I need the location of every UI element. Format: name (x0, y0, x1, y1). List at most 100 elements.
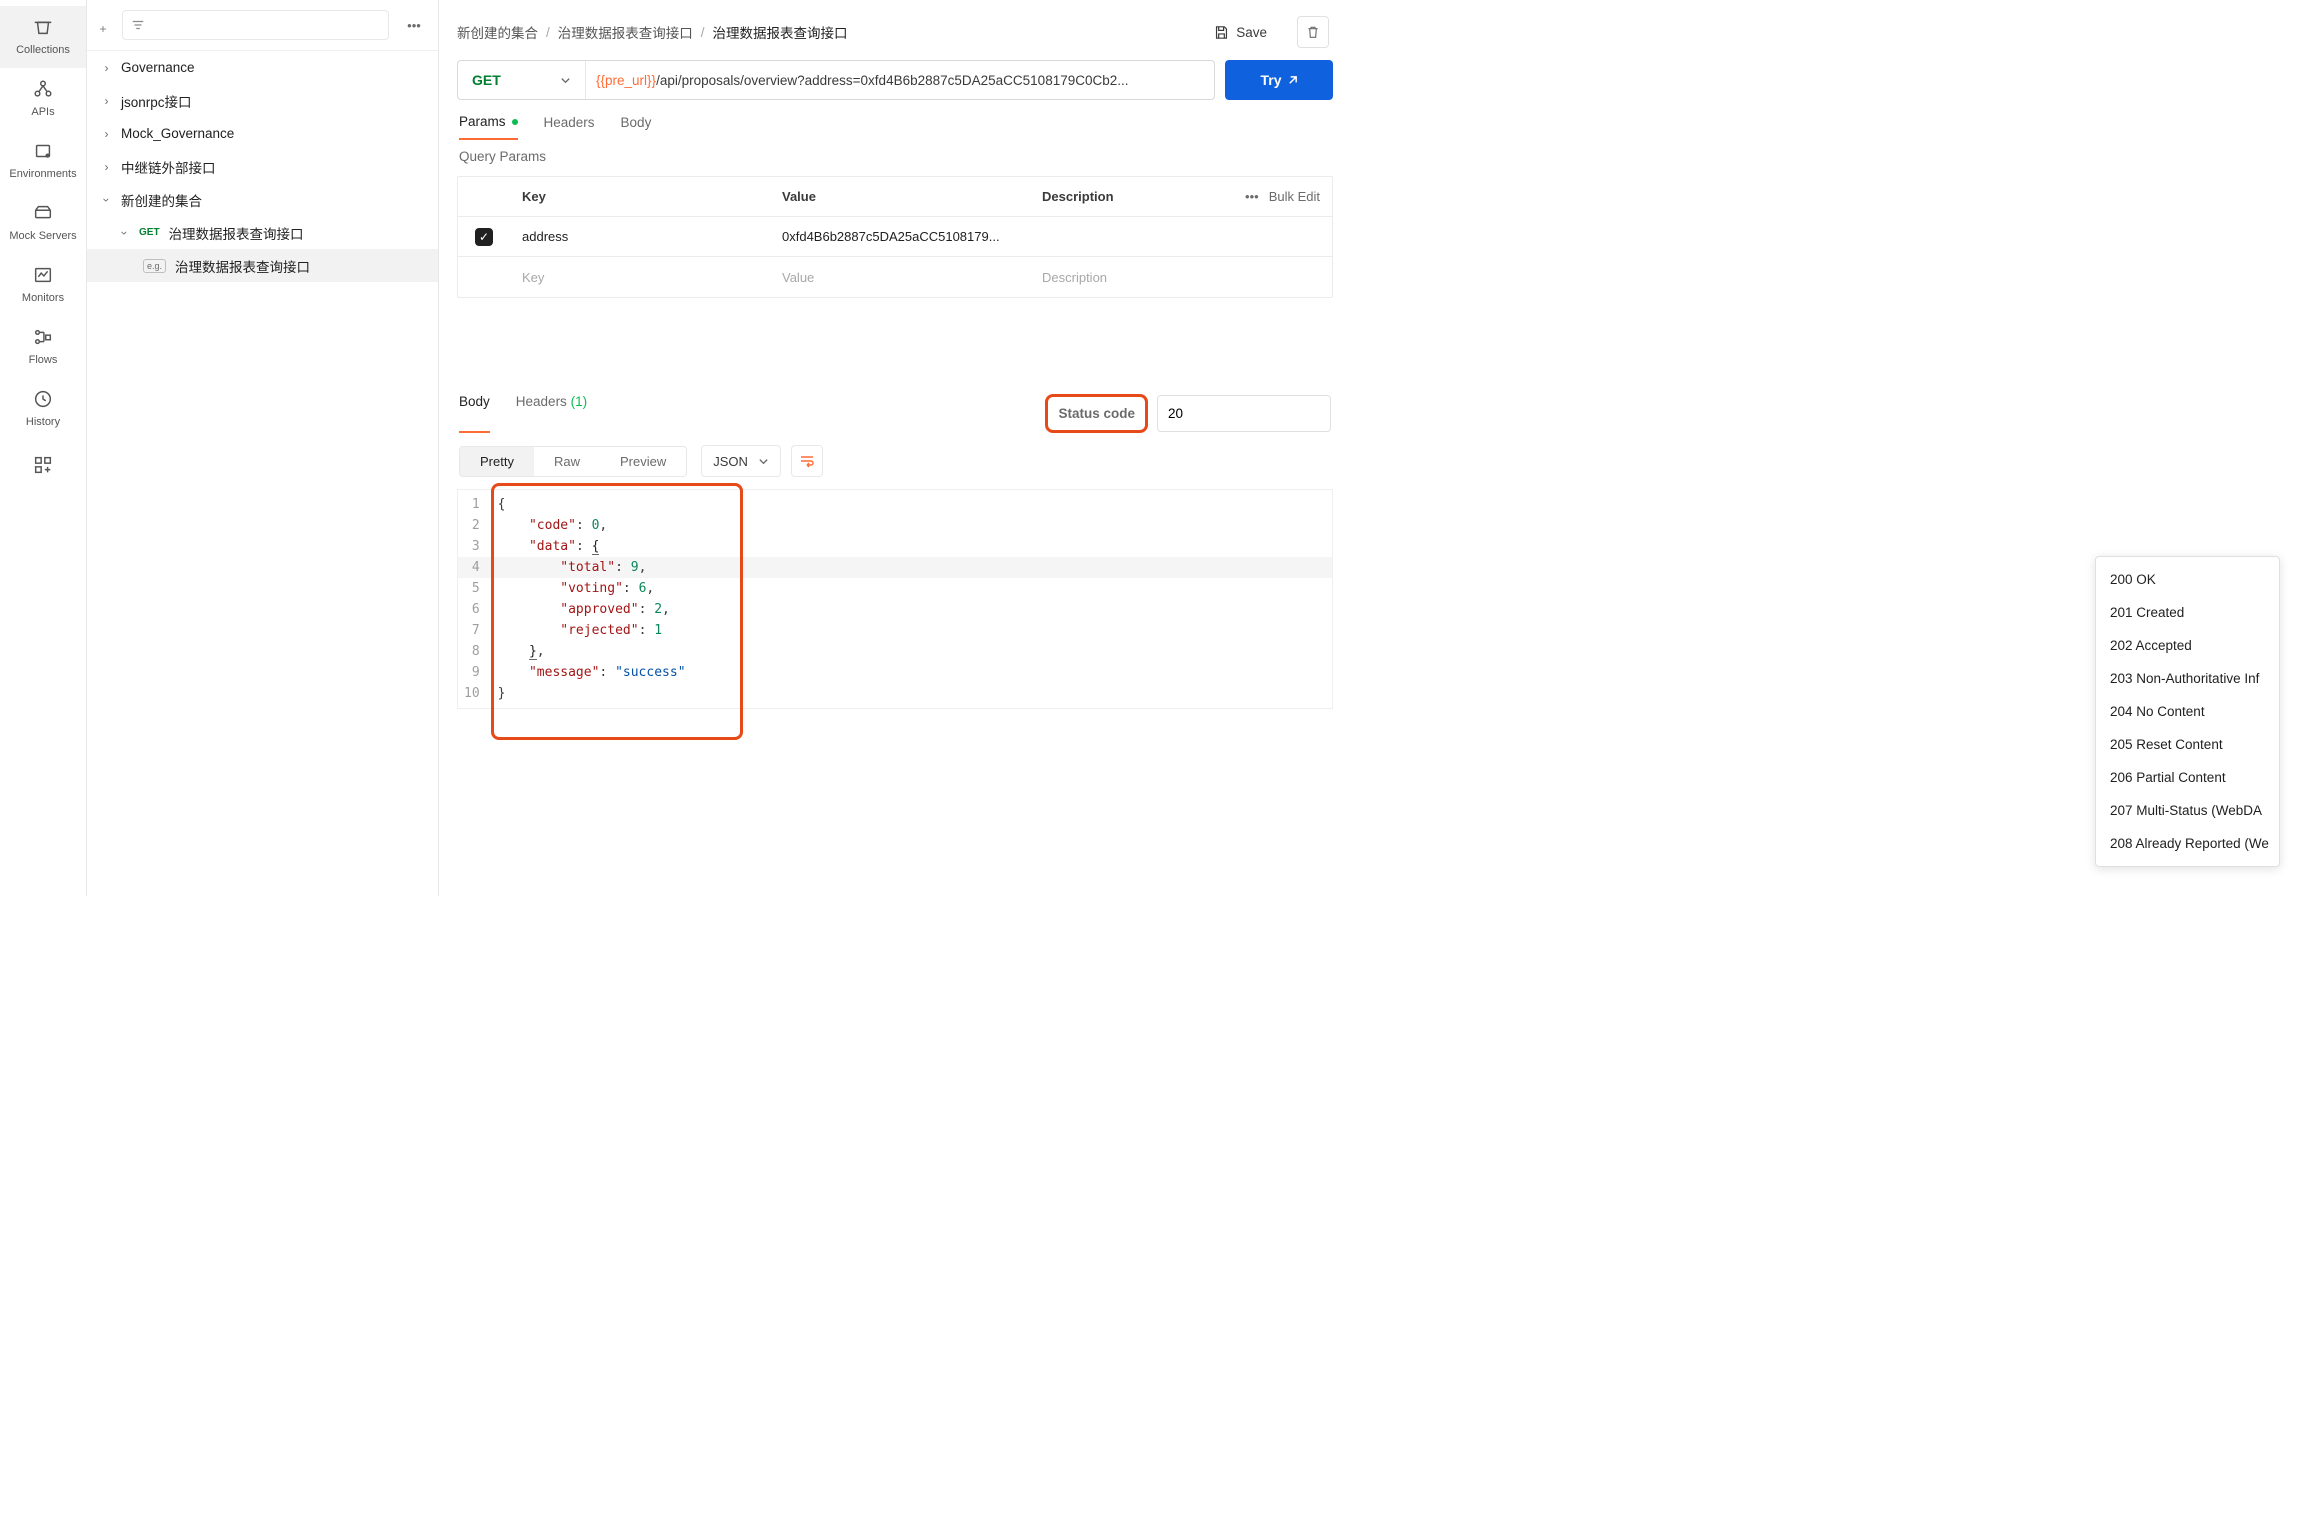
table-row-empty: Key Value Description (458, 257, 1332, 297)
dropdown-item[interactable]: 201 Created (2096, 596, 2279, 629)
nav-monitors[interactable]: Monitors (0, 254, 86, 316)
more-icon[interactable]: ••• (400, 18, 428, 33)
param-value[interactable]: 0xfd4B6b2887c5DA25aCC5108179... (770, 217, 1030, 256)
format-dropdown[interactable]: JSON (701, 445, 781, 477)
method-dropdown[interactable]: GET (458, 61, 586, 99)
external-icon (1287, 75, 1298, 86)
th-desc: Description (1030, 177, 1207, 216)
more-icon[interactable]: ••• (1245, 189, 1259, 204)
dot-indicator (512, 119, 518, 125)
nav-label: Collections (16, 44, 70, 56)
param-desc[interactable] (1030, 217, 1207, 256)
dropdown-item[interactable]: 204 No Content (2096, 695, 2279, 728)
tree-item[interactable]: ›中继链外部接口 (87, 150, 438, 183)
param-desc-ph[interactable]: Description (1030, 257, 1207, 297)
tab-label: Headers (544, 115, 595, 130)
nav-history[interactable]: History (0, 378, 86, 440)
chevron-down-icon (758, 456, 769, 467)
dropdown-item[interactable]: 203 Non-Authoritative Inf (2096, 662, 2279, 695)
dropdown-item[interactable]: 205 Reset Content (2096, 728, 2279, 761)
param-key[interactable]: address (510, 217, 770, 256)
nav-collections[interactable]: Collections (0, 6, 86, 68)
view-raw[interactable]: Raw (534, 447, 600, 476)
dropdown-item[interactable]: 208 Already Reported (We (2096, 827, 2279, 860)
method-value: GET (472, 72, 501, 88)
dropdown-item[interactable]: 202 Accepted (2096, 629, 2279, 662)
nav-label: History (26, 416, 60, 428)
status-code-dropdown: 200 OK 201 Created 202 Accepted 203 Non-… (2095, 556, 2280, 867)
tree-item[interactable]: › Mock_Governance (87, 117, 438, 150)
nav-label: Environments (9, 168, 76, 180)
monitors-icon (32, 264, 54, 286)
trash-icon (1305, 24, 1321, 40)
nav-apis[interactable]: APIs (0, 68, 86, 130)
code-source[interactable]: { "code": 0, "data": { "total": 9, "voti… (488, 490, 696, 708)
dropdown-item[interactable]: 207 Multi-Status (WebDA (2096, 794, 2279, 827)
sidebar: ••• ›Governance ›jsonrpc接口 › Mock_Governa… (87, 0, 439, 896)
save-icon (1213, 24, 1230, 41)
chevron-right-icon: › (101, 127, 112, 141)
try-label: Try (1260, 72, 1281, 88)
grid-icon (32, 454, 54, 476)
nav-label: Mock Servers (9, 230, 76, 242)
nav-environments[interactable]: Environments (0, 130, 86, 192)
line-gutter: 12345678910 (458, 490, 488, 708)
format-value: JSON (713, 454, 748, 469)
bulk-edit-button[interactable]: Bulk Edit (1269, 189, 1320, 204)
view-toolbar: Pretty Raw Preview JSON (439, 433, 1351, 489)
param-value-ph[interactable]: Value (770, 257, 1030, 297)
try-button[interactable]: Try (1225, 60, 1333, 100)
flows-icon (32, 326, 54, 348)
tree-item-request[interactable]: ›GET治理数据报表查询接口 (87, 216, 438, 249)
tree-label: Mock_Governance (121, 126, 234, 141)
nav-label: Flows (29, 354, 58, 366)
status-code-input[interactable] (1157, 395, 1331, 432)
tree-item[interactable]: ›新创建的集合 (87, 183, 438, 216)
nav-grid[interactable] (0, 444, 86, 488)
view-preview[interactable]: Preview (600, 447, 686, 476)
collections-tree: ›Governance ›jsonrpc接口 ›Mock_Governance … (87, 51, 438, 896)
query-params-table: Key Value Description ••• Bulk Edit ✓ ad… (457, 176, 1333, 298)
chevron-down-icon (560, 75, 571, 86)
main-panel: 新创建的集合/ 治理数据报表查询接口/ 治理数据报表查询接口 Save GET … (439, 0, 1351, 896)
view-mode-segment: Pretty Raw Preview (459, 446, 687, 477)
wrap-icon (799, 453, 815, 469)
filter-icon (131, 18, 145, 32)
history-icon (32, 388, 54, 410)
tab-label: Headers (516, 394, 567, 409)
url-bar: GET {{pre_url}}/api/proposals/overview?a… (457, 60, 1215, 100)
th-value: Value (770, 177, 1030, 216)
crumb-item[interactable]: 新创建的集合 (457, 22, 538, 42)
tab-params[interactable]: Params (459, 114, 518, 140)
view-pretty[interactable]: Pretty (460, 447, 534, 476)
chevron-right-icon: › (101, 61, 112, 75)
request-tabs: Params Headers Body (439, 100, 1351, 140)
dropdown-item[interactable]: 200 OK (2096, 563, 2279, 596)
collections-icon (32, 16, 54, 38)
env-icon (32, 140, 54, 162)
nav-mock-servers[interactable]: Mock Servers (0, 192, 86, 254)
tree-item-example[interactable]: e.g.治理数据报表查询接口 (87, 249, 438, 282)
status-code-label: Status code (1045, 394, 1148, 433)
tab-headers[interactable]: Headers (544, 114, 595, 140)
new-icon[interactable] (95, 17, 111, 33)
tree-item[interactable]: ›Governance (87, 51, 438, 84)
dropdown-item[interactable]: 206 Partial Content (2096, 761, 2279, 794)
nav-flows[interactable]: Flows (0, 316, 86, 378)
crumb-item[interactable]: 治理数据报表查询接口 (558, 22, 693, 42)
checkbox[interactable]: ✓ (475, 228, 493, 246)
url-variable: {{pre_url}} (596, 73, 656, 88)
tab-resp-body[interactable]: Body (459, 394, 490, 433)
wrap-button[interactable] (791, 445, 823, 477)
filter-input[interactable] (122, 10, 389, 40)
nav-label: Monitors (22, 292, 64, 304)
delete-button[interactable] (1297, 16, 1329, 48)
table-row: ✓ address 0xfd4B6b2887c5DA25aCC5108179..… (458, 217, 1332, 257)
tab-resp-headers[interactable]: Headers (1) (516, 394, 587, 433)
tab-body[interactable]: Body (621, 114, 652, 140)
save-button[interactable]: Save (1213, 24, 1267, 41)
param-key-ph[interactable]: Key (510, 257, 770, 297)
url-input[interactable]: {{pre_url}}/api/proposals/overview?addre… (586, 61, 1214, 99)
tree-item[interactable]: ›jsonrpc接口 (87, 84, 438, 117)
response-body: 12345678910 { "code": 0, "data": { "tota… (457, 489, 1333, 709)
